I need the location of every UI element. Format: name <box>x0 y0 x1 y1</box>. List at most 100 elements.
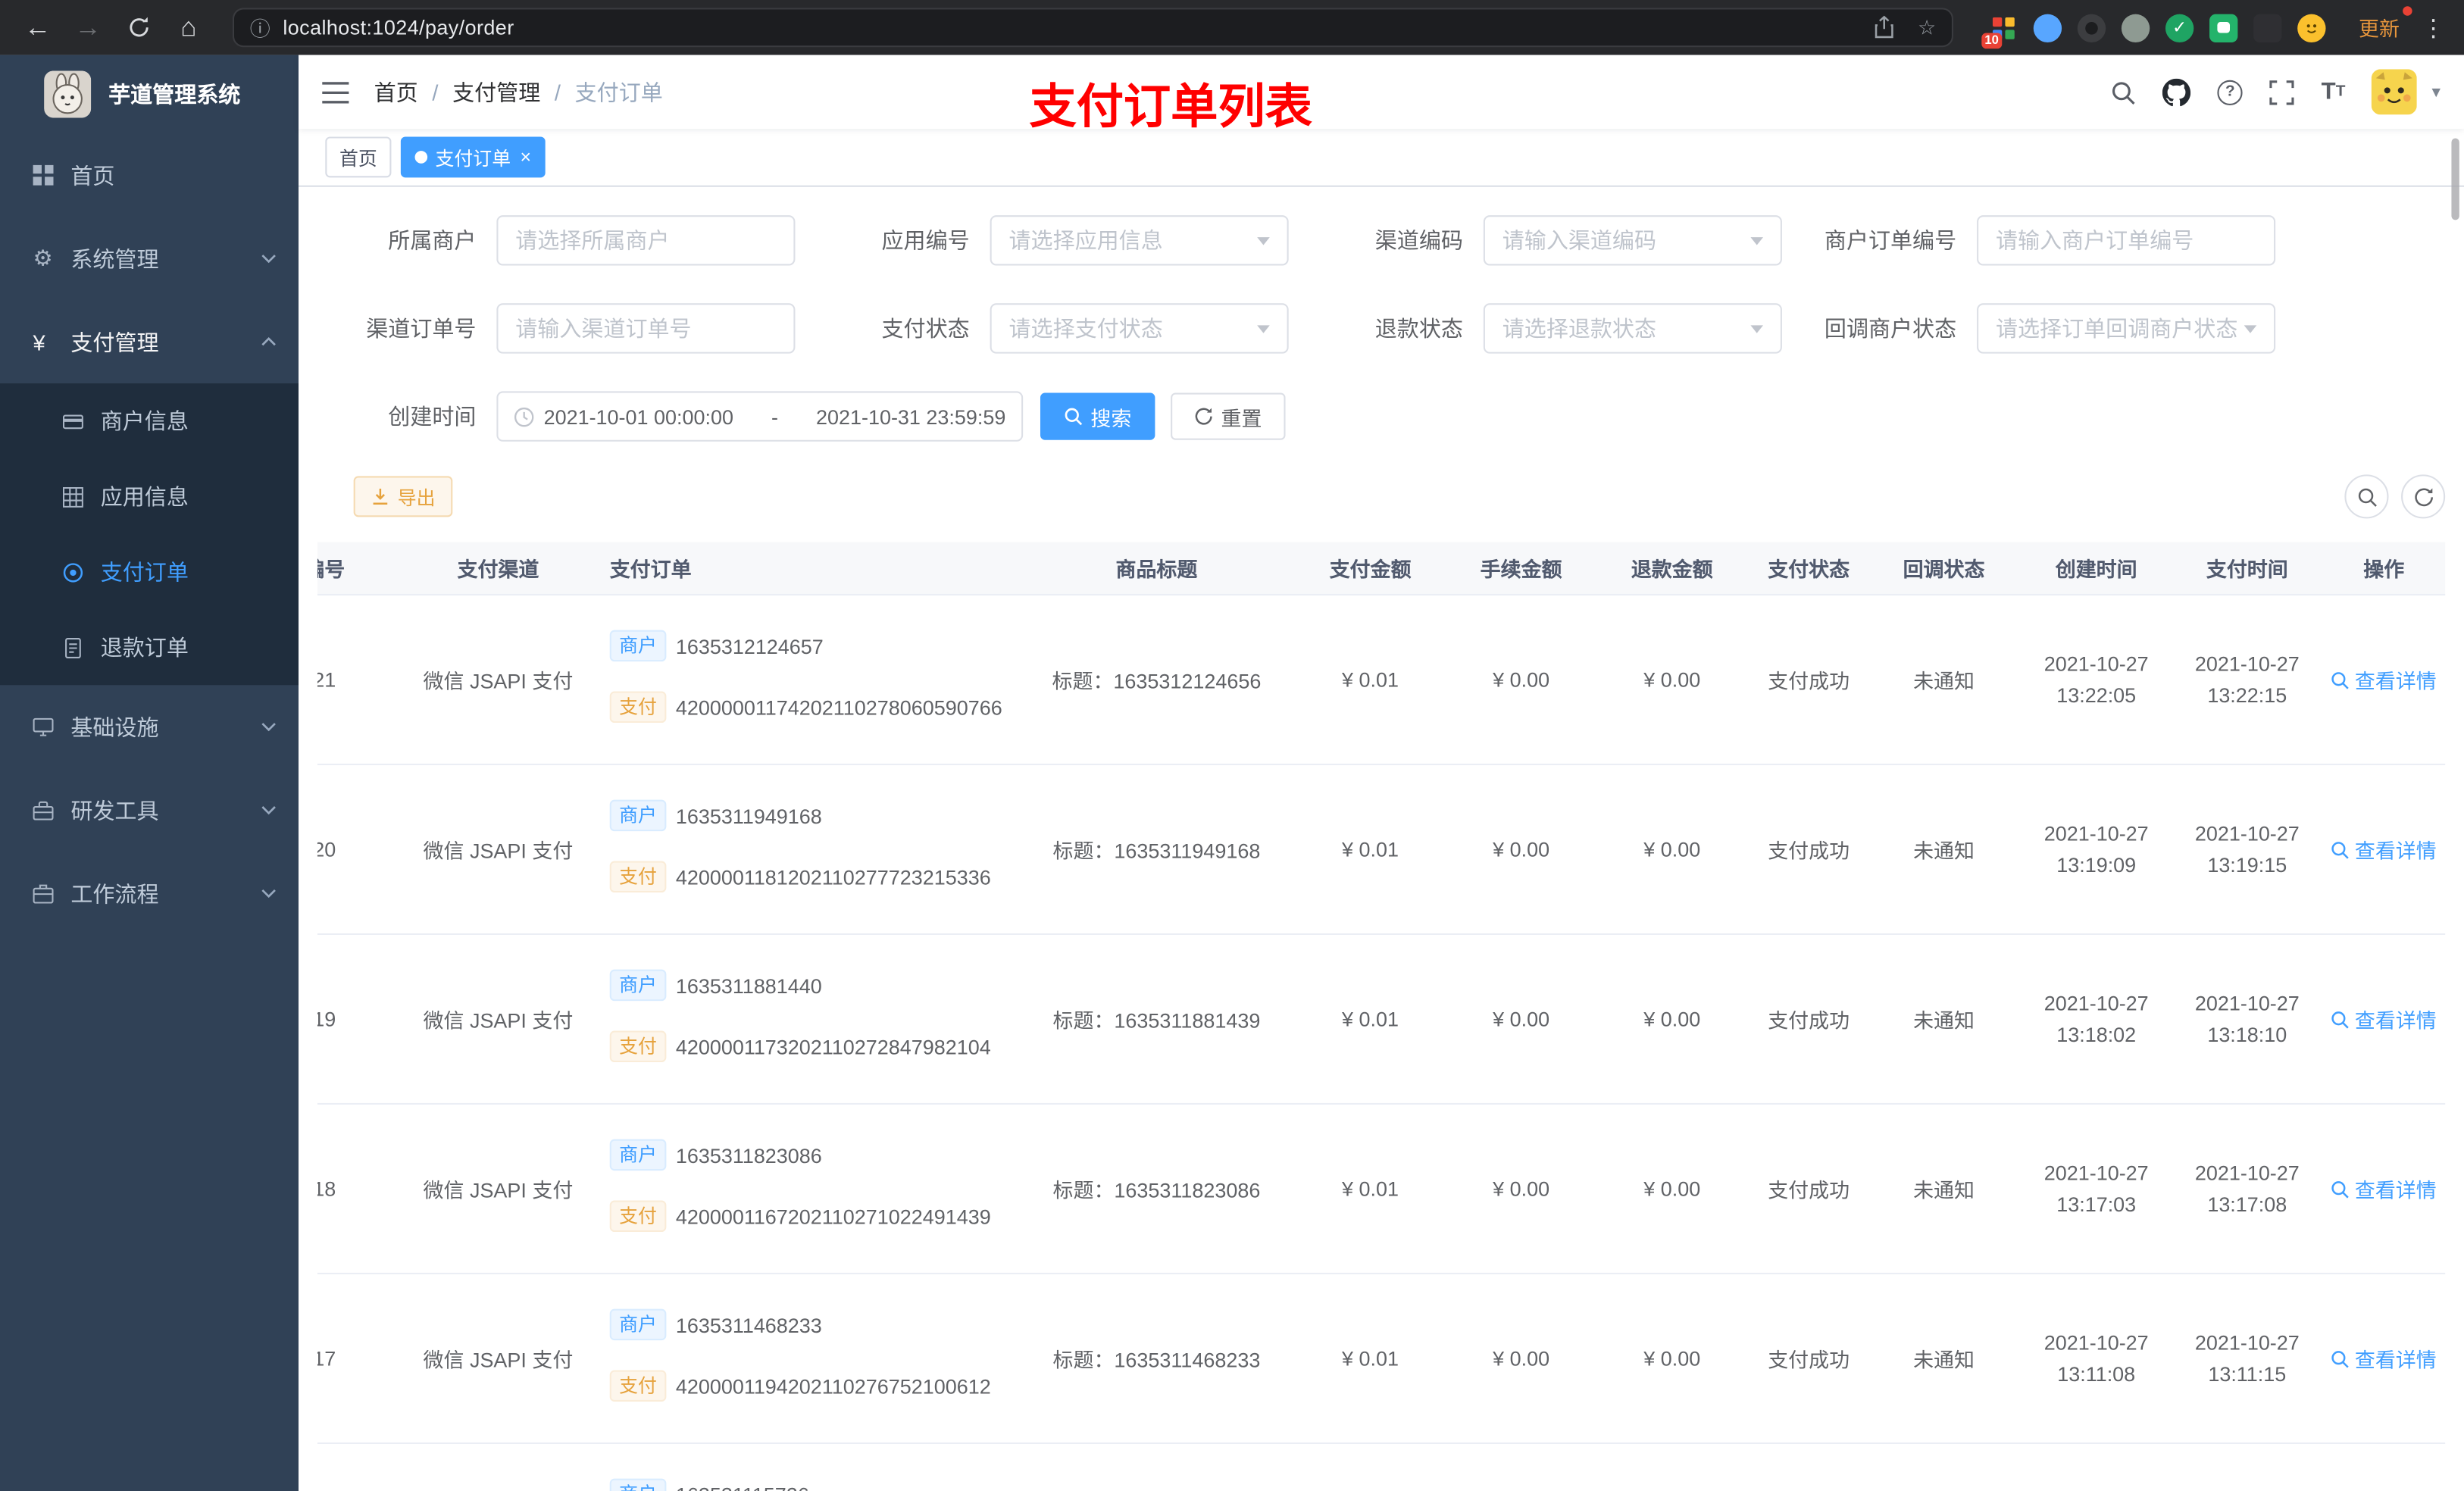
cell-title: 标题：1635312124656 <box>1052 669 1262 693</box>
tags-view-bar: 首页 支付订单 × <box>299 129 2464 187</box>
fullscreen-icon[interactable] <box>2269 80 2294 105</box>
extension-pin-icon[interactable] <box>2253 13 2282 42</box>
cell-fee-amount: ¥ 0.00 <box>1493 1007 1550 1031</box>
search-icon[interactable] <box>2111 80 2136 105</box>
cell-pay-amount: ¥ 0.01 <box>1342 1007 1399 1031</box>
sidebar-item-pay[interactable]: ¥ 支付管理 <box>0 300 299 383</box>
channel-order-no-input[interactable] <box>496 303 796 354</box>
browser-back-icon[interactable]: ← <box>16 5 60 49</box>
tab-pay-order[interactable]: 支付订单 × <box>400 136 546 178</box>
sidebar-item-refund-order[interactable]: 退款订单 <box>0 610 299 686</box>
update-dot <box>2403 6 2412 16</box>
breadcrumb-home[interactable]: 首页 <box>374 77 418 108</box>
range-separator: - <box>771 405 778 429</box>
cell-pay-order: 商户 1635311468233 支付 4200001194202110276752… <box>605 1274 1013 1405</box>
close-icon[interactable]: × <box>521 148 532 167</box>
channel-pay-no: 4200001181202110277723215336 <box>675 864 991 889</box>
search-button[interactable]: 搜索 <box>1040 392 1155 440</box>
bookmark-star-icon[interactable]: ☆ <box>1918 15 1936 40</box>
breadcrumb-pay[interactable]: 支付管理 <box>452 77 540 108</box>
dashboard-icon <box>33 164 71 186</box>
pay-status-select[interactable]: 请选择支付状态 <box>990 303 1289 354</box>
merchant-order-no: 1635311468233 <box>675 1312 822 1336</box>
sidebar-label-refund-order: 退款订单 <box>100 634 189 661</box>
cell-id: 21 <box>317 667 336 692</box>
show-search-toggle-button[interactable] <box>2344 474 2389 519</box>
owner-merchant-input[interactable] <box>496 215 796 266</box>
channel-code-select[interactable]: 请输入渠道编码 <box>1483 215 1782 266</box>
browser-update-button[interactable]: 更新 <box>2350 6 2412 47</box>
extension-gray-icon[interactable] <box>2121 13 2150 42</box>
pay-tag: 支付 <box>609 1200 667 1233</box>
notify-status-select[interactable]: 请选择订单回调商户状态 <box>1977 303 2276 354</box>
cell-pay-order: 商户 163531115726 <box>605 1444 1013 1491</box>
browser-menu-icon[interactable]: ⋮ <box>2422 14 2445 42</box>
chevron-down-icon <box>1750 324 1764 333</box>
sidebar-item-infra[interactable]: 基础设施 <box>0 685 299 768</box>
hamburger-icon[interactable] <box>322 81 349 103</box>
browser-forward-icon[interactable]: → <box>66 5 110 49</box>
col-header-refund-amount: 退款金额 <box>1631 558 1713 582</box>
create-time-range-picker[interactable]: 2021-10-01 00:00:00 - 2021-10-31 23:59:5… <box>496 391 1024 442</box>
page-scrollbar[interactable] <box>2451 138 2459 220</box>
cell-fee-amount: ¥ 0.00 <box>1493 667 1550 692</box>
chevron-down-icon <box>261 805 277 816</box>
owner-merchant-label: 所属商户 <box>388 227 477 253</box>
sidebar-item-devtools[interactable]: 研发工具 <box>0 768 299 852</box>
view-detail-link[interactable]: 查看详情 <box>2331 1343 2437 1373</box>
col-header-pay-order: 支付订单 <box>609 558 692 582</box>
cell-refund-amount: ¥ 0.00 <box>1643 1007 1701 1031</box>
user-avatar[interactable] <box>2372 69 2418 115</box>
refund-status-select[interactable]: 请选择退款状态 <box>1483 303 1782 354</box>
pay-status-label: 支付状态 <box>881 315 970 342</box>
briefcase-icon <box>33 883 71 904</box>
view-detail-link[interactable]: 查看详情 <box>2331 834 2437 864</box>
sidebar-item-app-info[interactable]: 应用信息 <box>0 459 299 535</box>
reset-button[interactable]: 重置 <box>1171 392 1286 440</box>
profile-emoji-icon[interactable] <box>2297 13 2326 42</box>
extension-check-icon[interactable]: ✓ <box>2165 13 2194 42</box>
sidebar-item-workflow[interactable]: 工作流程 <box>0 852 299 935</box>
cell-pay-order: 商户 1635311823086 支付 4200001167202110271022… <box>605 1105 1013 1235</box>
view-detail-link[interactable]: 查看详情 <box>2331 1174 2437 1203</box>
refresh-table-button[interactable] <box>2401 474 2446 519</box>
sidebar-item-home[interactable]: 首页 <box>0 133 299 217</box>
chevron-down-icon <box>1257 324 1270 333</box>
extensions-grid-icon[interactable]: 10 <box>1981 14 2018 48</box>
col-header-pay-amount: 支付金额 <box>1329 558 1412 582</box>
merchant-order-no: 1635311949168 <box>675 803 822 827</box>
cell-refund-amount: ¥ 0.00 <box>1643 667 1701 692</box>
browser-home-icon[interactable]: ⌂ <box>167 5 211 49</box>
table-row: 19 微信 JSAPI 支付 商户 1635311881440 支付 4200001… <box>317 935 2446 1105</box>
cell-channel: 微信 JSAPI 支付 <box>423 1008 574 1033</box>
caret-down-icon[interactable]: ▾ <box>2431 82 2440 102</box>
extension-blue-icon[interactable] <box>2033 13 2062 42</box>
app-no-select[interactable]: 请选择应用信息 <box>990 215 1289 266</box>
sidebar-item-system[interactable]: ⚙ 系统管理 <box>0 217 299 300</box>
export-button[interactable]: 导出 <box>353 476 453 517</box>
merchant-order-no-input[interactable] <box>1977 215 2276 266</box>
tab-home[interactable]: 首页 <box>325 136 392 178</box>
sidebar-item-pay-order[interactable]: 支付订单 <box>0 534 299 610</box>
cell-pay-status: 支付成功 <box>1768 1178 1850 1202</box>
font-size-icon[interactable]: TT <box>2322 79 2346 105</box>
view-detail-link[interactable]: 查看详情 <box>2331 664 2437 694</box>
merchant-order-no: 163531115726 <box>676 1483 809 1491</box>
github-icon[interactable] <box>2162 77 2191 106</box>
extension-chat-icon[interactable] <box>2209 13 2238 42</box>
sidebar-item-merchant-info[interactable]: 商户信息 <box>0 383 299 459</box>
extension-dark-icon[interactable] <box>2077 13 2106 42</box>
table-row: 21 微信 JSAPI 支付 商户 1635312124657 支付 4200000… <box>317 595 2446 766</box>
toolbox-icon <box>33 800 71 821</box>
cell-pay-status: 支付成功 <box>1768 1348 1850 1372</box>
col-header-notify-status: 回调状态 <box>1903 558 1985 582</box>
site-info-icon[interactable]: ⓘ <box>250 13 270 42</box>
cell-fee-amount: ¥ 0.00 <box>1493 1346 1550 1371</box>
pay-submenu: 商户信息 应用信息 支付订单 退款订单 <box>0 383 299 686</box>
browser-reload-icon[interactable] <box>116 5 160 49</box>
view-detail-link[interactable]: 查看详情 <box>2331 1004 2437 1033</box>
url-bar[interactable]: ⓘ localhost:1024/pay/order ☆ <box>232 8 1953 48</box>
app-title: 芋道管理系统 <box>108 81 241 108</box>
help-icon[interactable]: ? <box>2217 79 2243 105</box>
share-icon[interactable] <box>1874 15 1896 39</box>
